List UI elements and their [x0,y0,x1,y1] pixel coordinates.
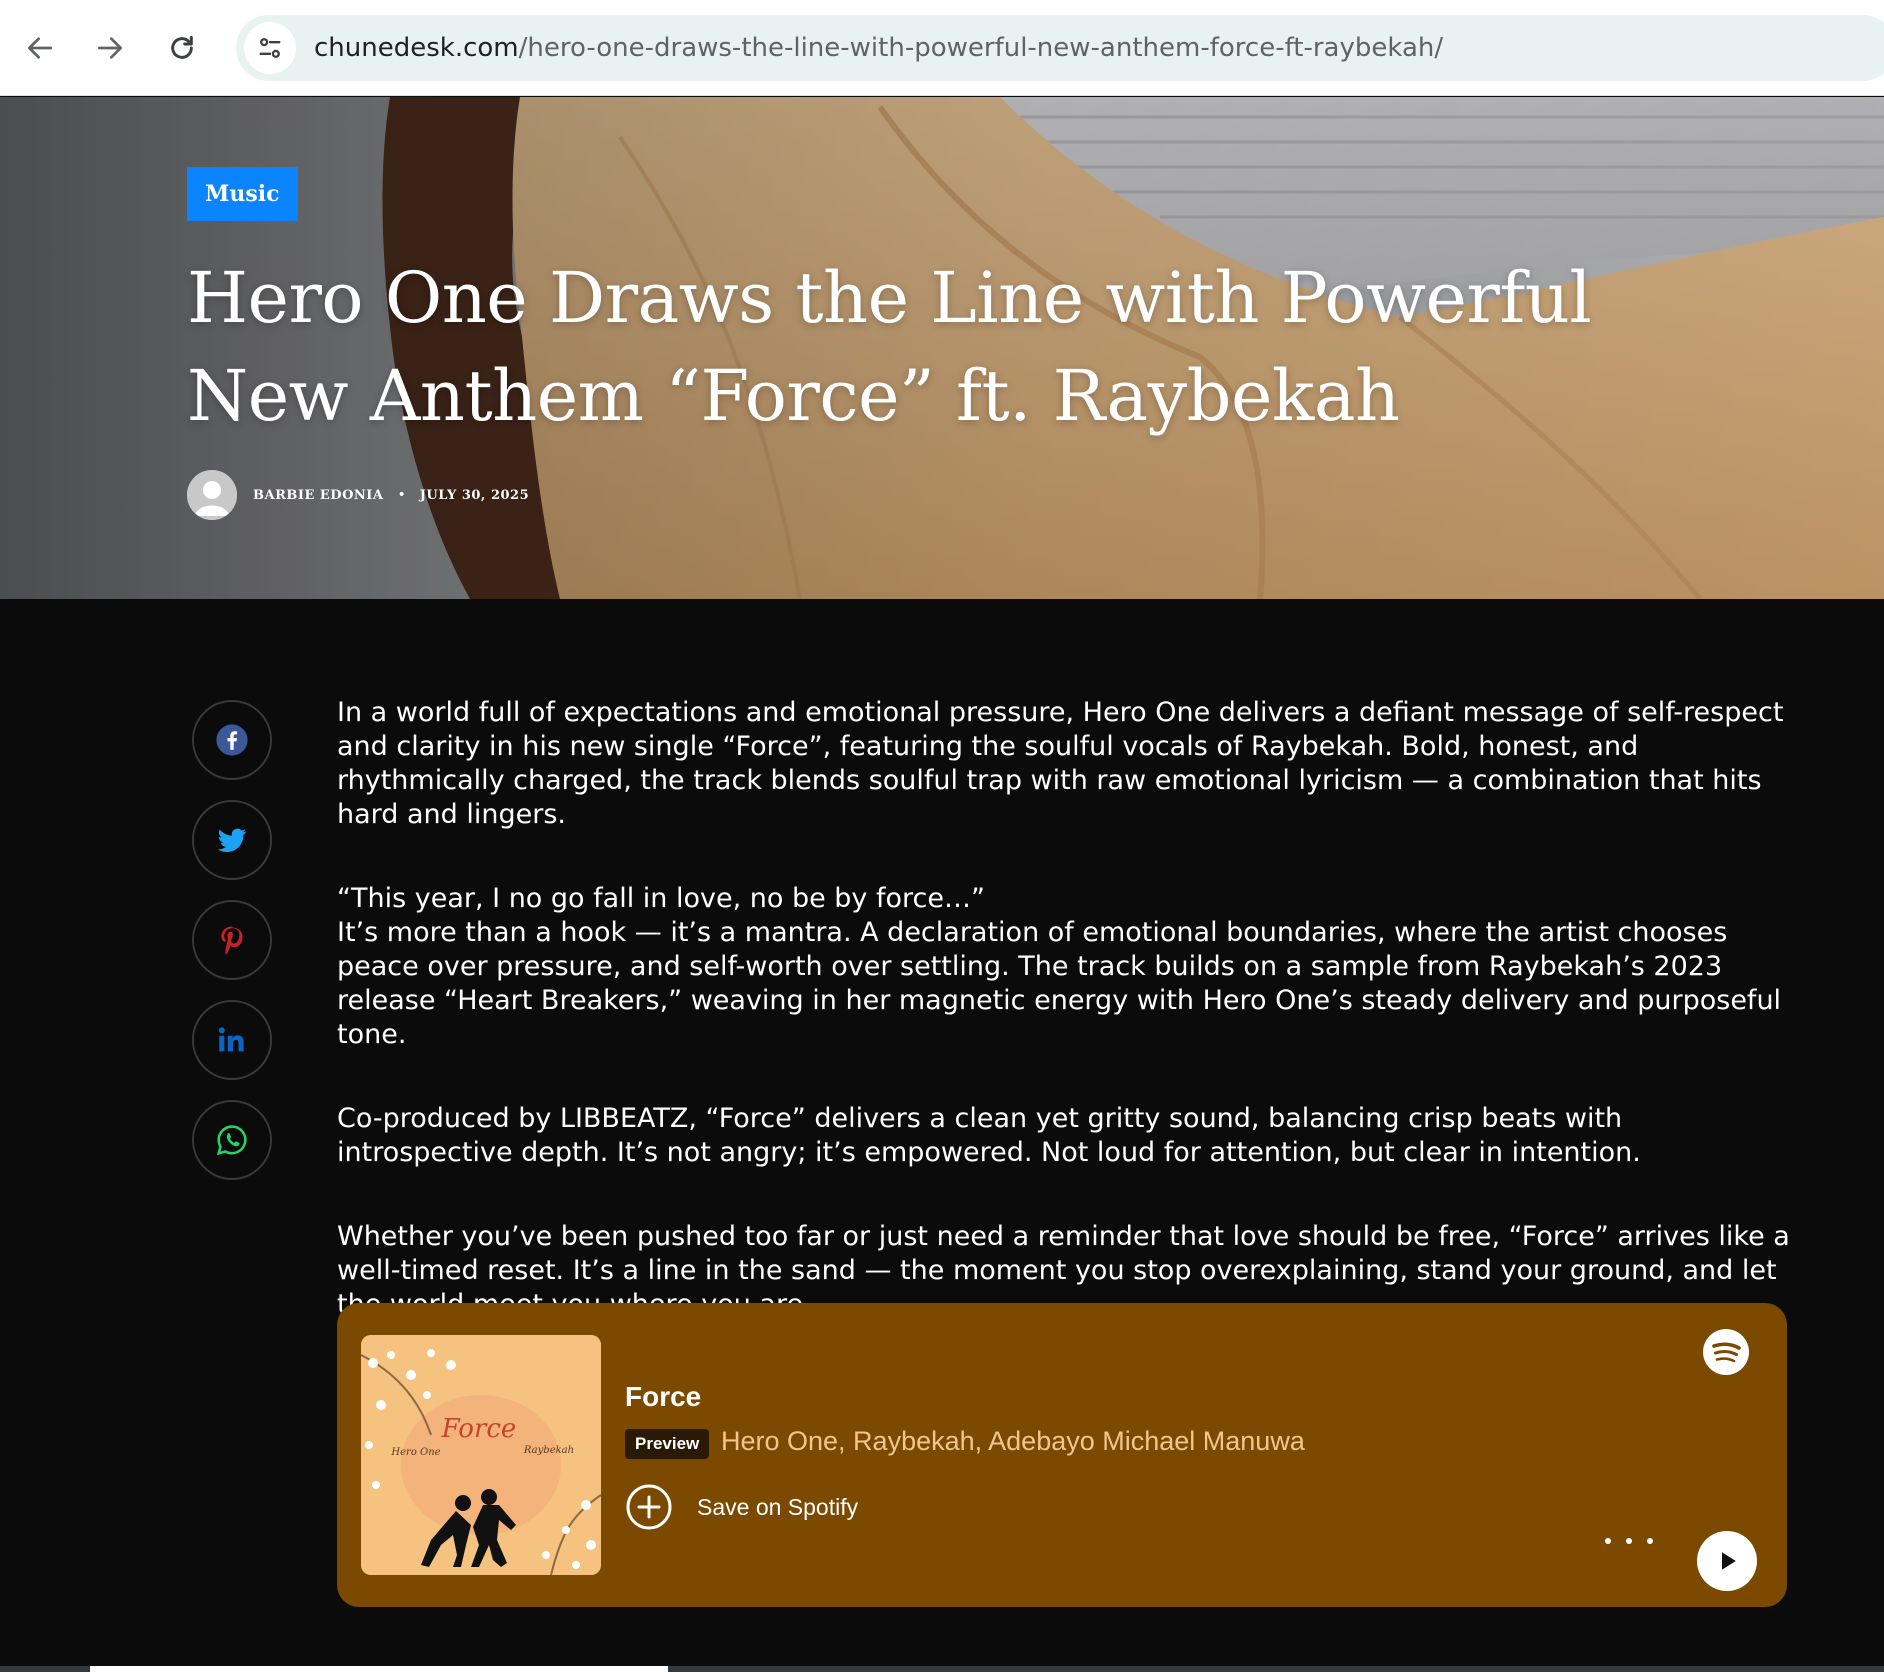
article-paragraph-3: Co-produced by LIBBEATZ, “Force” deliver… [337,1103,1641,1168]
article-paragraph-2-body: It’s more than a hook — it’s a mantra. A… [337,917,1782,1050]
address-bar[interactable]: chunedesk.com/hero-one-draws-the-line-wi… [236,15,1884,81]
more-dot-icon [1626,1538,1632,1544]
author-meta: BARBIE EDONIA • JULY 30, 2025 [187,469,529,521]
more-dot-icon [1605,1538,1611,1544]
share-pinterest-button[interactable] [192,900,272,980]
spotify-icon[interactable] [1703,1329,1749,1375]
share-whatsapp-button[interactable] [192,1100,272,1180]
spotify-embed: Force Hero One Raybekah Force Preview He… [337,1303,1787,1607]
linkedin-icon [218,1027,244,1052]
reload-button[interactable] [160,26,204,70]
publish-date: JULY 30, 2025 [419,487,530,503]
add-circle-icon [626,1484,672,1530]
lyric-quote: “This year, I no go fall in love, no be … [337,883,985,914]
site-info-button[interactable] [244,22,296,74]
preview-badge: Preview [625,1429,710,1459]
article-paragraph-1: In a world full of expectations and emot… [337,697,1784,830]
scrollbar-thumb[interactable] [90,1666,668,1672]
horizontal-scrollbar[interactable] [0,1666,1884,1672]
category-badge[interactable]: Music [187,167,298,221]
arrow-right-icon [98,37,122,59]
tune-icon [259,38,281,58]
share-facebook-button[interactable] [192,700,272,780]
twitter-icon [217,828,247,853]
more-options-button[interactable] [1605,1531,1653,1551]
track-artists[interactable]: Hero One, Raybekah, Adebayo Michael Manu… [721,1426,1305,1457]
cover-right-text: Raybekah [523,1445,574,1456]
whatsapp-icon [216,1125,247,1156]
author-name[interactable]: BARBIE EDONIA [253,488,383,503]
share-twitter-button[interactable] [192,800,272,880]
article-paragraph-2: “This year, I no go fall in love, no be … [337,882,1797,1052]
url-text: chunedesk.com/hero-one-draws-the-line-wi… [314,33,1443,63]
url-domain: chunedesk.com [314,33,519,63]
cover-left-text: Hero One [390,1447,440,1458]
meta-separator: • [397,487,406,503]
url-path: /hero-one-draws-the-line-with-powerful-n… [518,33,1444,63]
article-title: Hero One Draws the Line with Powerful Ne… [187,257,1592,437]
share-linkedin-button[interactable] [192,1000,272,1080]
pinterest-icon [221,926,243,955]
album-cover-art: Force Hero One Raybekah [361,1335,601,1575]
play-icon [1722,1552,1736,1570]
album-cover[interactable]: Force Hero One Raybekah [361,1335,601,1575]
save-on-spotify-label: Save on Spotify [697,1493,859,1520]
browser-toolbar: chunedesk.com/hero-one-draws-the-line-wi… [0,0,1884,96]
avatar[interactable] [187,470,237,520]
back-button[interactable] [18,26,62,70]
play-button[interactable] [1697,1531,1757,1591]
hero-section: Music Hero One Draws the Line with Power… [0,97,1884,599]
track-title[interactable]: Force [625,1381,701,1413]
facebook-icon [216,724,248,756]
arrow-left-icon [28,37,52,59]
article-body: In a world full of expectations and emot… [337,696,1797,1372]
cover-title: Force [441,1414,517,1444]
forward-button[interactable] [88,26,132,70]
save-on-spotify-button[interactable]: Save on Spotify [625,1483,858,1531]
user-avatar-icon [187,470,237,520]
reload-icon [171,35,193,59]
share-buttons [192,700,272,1200]
more-dot-icon [1647,1538,1653,1544]
